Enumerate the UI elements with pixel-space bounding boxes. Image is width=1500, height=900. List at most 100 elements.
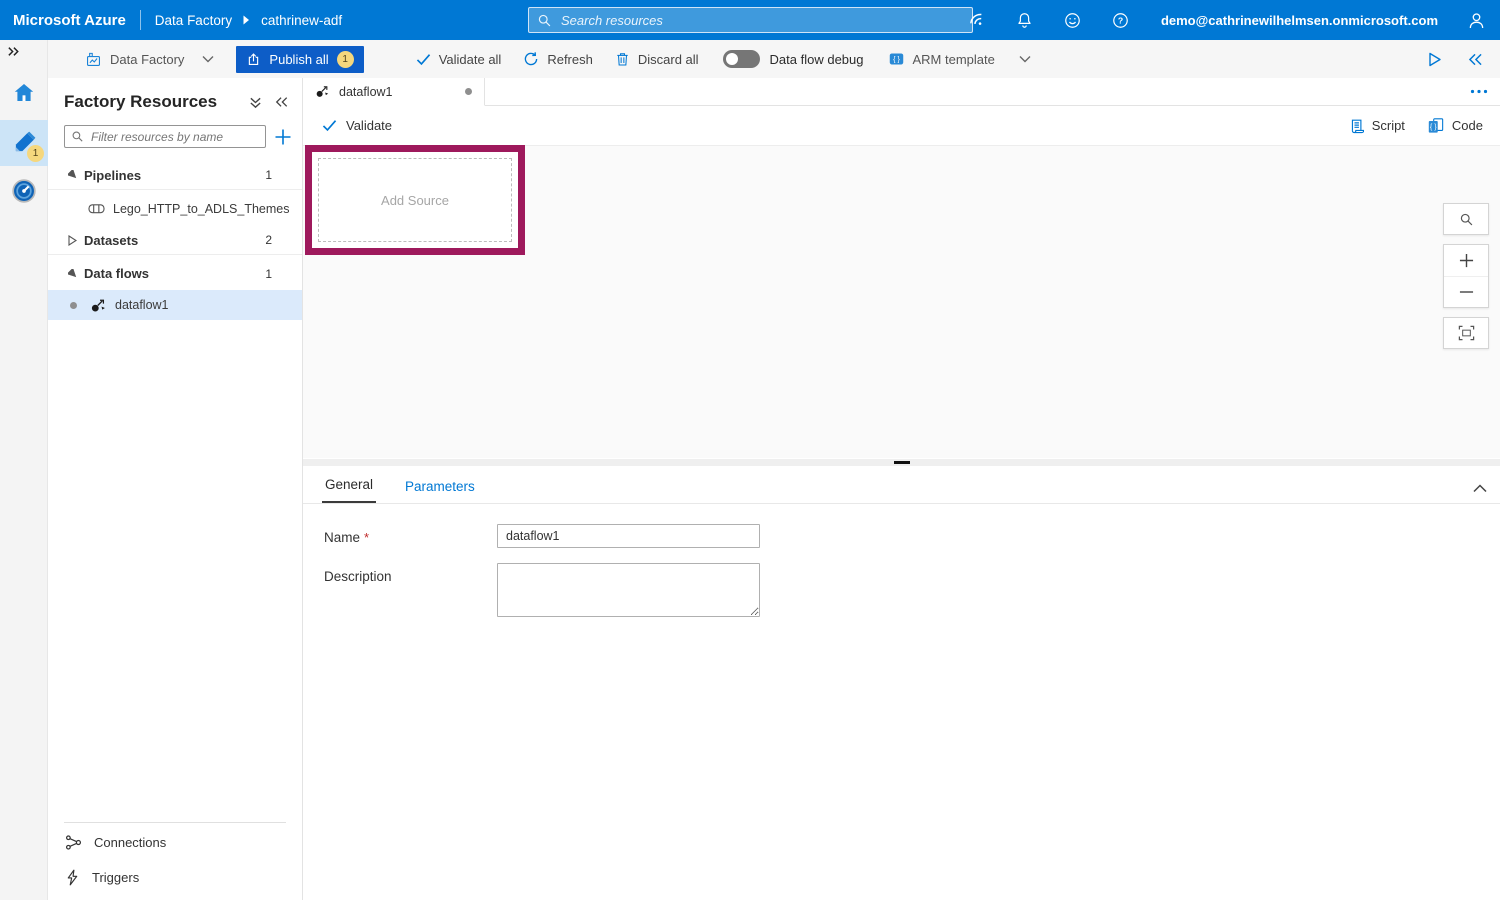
validate-all-label: Validate all [439, 52, 502, 67]
arm-template-label: ARM template [913, 52, 995, 67]
trash-icon [615, 51, 630, 67]
rail-author-button[interactable]: 1 [0, 120, 48, 166]
minus-icon [1459, 290, 1474, 294]
expand-rail-button[interactable] [0, 40, 47, 62]
connections-button[interactable]: Connections [48, 826, 302, 859]
global-search[interactable] [528, 7, 973, 33]
tab-label: dataflow1 [339, 85, 393, 99]
dataflow-debug-toggle[interactable] [723, 50, 760, 68]
tab-parameters[interactable]: Parameters [402, 479, 478, 503]
code-braces-icon: { } [1427, 117, 1444, 134]
publish-all-button[interactable]: Publish all 1 [236, 46, 363, 73]
factory-selector-label: Data Factory [110, 52, 184, 67]
account-email[interactable]: demo@cathrinewilhelmsen.onmicrosoft.com [1161, 13, 1438, 28]
dataflow-item-label: dataflow1 [115, 298, 169, 312]
description-input[interactable] [497, 563, 760, 617]
section-label: Datasets [84, 233, 138, 248]
arm-template-icon: { } [888, 51, 905, 67]
tree-section-datasets[interactable]: Datasets 2 [48, 226, 302, 255]
search-input[interactable] [559, 12, 964, 29]
canvas-search-button[interactable] [1444, 204, 1488, 234]
search-icon [1459, 212, 1474, 227]
description-field-row: Description [324, 569, 392, 584]
validate-button[interactable]: Validate [322, 118, 392, 133]
collapse-all-icon[interactable] [249, 96, 262, 109]
properties-panel: General Parameters Name* Description [303, 466, 1500, 900]
triggers-label: Triggers [92, 870, 139, 885]
script-button[interactable]: Script [1348, 118, 1405, 134]
notifications-signal-button[interactable] [953, 0, 1001, 40]
rail-home-button[interactable] [0, 70, 48, 116]
name-input[interactable] [497, 524, 760, 548]
svg-text:{ }: { } [893, 56, 900, 64]
add-source-label: Add Source [381, 193, 449, 208]
tree-item-dataflow1[interactable]: dataflow1 [48, 290, 302, 320]
triggers-button[interactable]: Triggers [48, 861, 302, 894]
section-count: 2 [265, 233, 288, 247]
script-scroll-icon [1348, 118, 1364, 134]
code-button[interactable]: { } Code [1427, 117, 1483, 134]
section-label: Pipelines [84, 168, 141, 183]
collapse-right-panel-icon[interactable] [1468, 53, 1483, 66]
name-field-row: Name* [324, 530, 369, 545]
left-icon-rail: 1 [0, 40, 48, 900]
resource-filter[interactable] [64, 125, 266, 148]
arm-template-menu[interactable]: { } ARM template [888, 51, 1031, 67]
play-trigger-icon[interactable] [1428, 52, 1442, 67]
refresh-icon [523, 51, 539, 67]
caret-collapsed-icon[interactable] [68, 235, 84, 246]
refresh-button[interactable]: Refresh [523, 51, 593, 67]
account-person-button[interactable] [1452, 0, 1500, 40]
azure-top-bar: Microsoft Azure Data Factory cathrinew-a… [0, 0, 1500, 40]
tree-section-pipelines[interactable]: Pipelines 1 [48, 161, 302, 190]
rail-monitor-button[interactable] [0, 168, 48, 214]
check-icon [416, 53, 431, 66]
resource-tree: Pipelines 1 Lego_HTTP_to_ADLS_Themes Dat… [48, 161, 302, 320]
help-button[interactable]: ? [1097, 0, 1145, 40]
zoom-in-button[interactable] [1444, 245, 1488, 276]
toolbar-right-cluster [1428, 52, 1500, 67]
azure-brand[interactable]: Microsoft Azure [0, 12, 126, 29]
validate-all-button[interactable]: Validate all [416, 52, 502, 67]
description-label: Description [324, 569, 392, 584]
feedback-smiley-button[interactable] [1049, 0, 1097, 40]
more-tabs-button[interactable] [1470, 78, 1500, 105]
add-source-button[interactable]: Add Source [318, 158, 512, 242]
collapse-properties-button[interactable] [1473, 484, 1487, 493]
script-label: Script [1372, 118, 1405, 133]
caret-expanded-icon[interactable] [68, 170, 84, 180]
dataflow-canvas[interactable]: Add Source [303, 146, 1500, 458]
tree-item-pipeline[interactable]: Lego_HTTP_to_ADLS_Themes [48, 194, 302, 223]
panel-splitter[interactable] [303, 459, 1500, 466]
breadcrumb: Data Factory cathrinew-adf [155, 13, 342, 28]
zoom-out-button[interactable] [1444, 277, 1488, 307]
refresh-label: Refresh [547, 52, 593, 67]
tab-general[interactable]: General [322, 477, 376, 503]
factory-selector[interactable]: Data Factory [85, 51, 214, 68]
unsaved-dot-icon [70, 302, 77, 309]
dataflow-icon [315, 84, 330, 99]
pipeline-item-label: Lego_HTTP_to_ADLS_Themes [113, 202, 289, 216]
discard-all-label: Discard all [638, 52, 699, 67]
dataflow-toolbar: Validate Script { } Code [303, 106, 1500, 146]
resource-filter-input[interactable] [89, 129, 259, 145]
collapse-panel-icon[interactable] [275, 96, 288, 108]
alerts-bell-button[interactable] [1001, 0, 1049, 40]
tree-section-dataflows[interactable]: Data flows 1 [48, 259, 302, 288]
caret-expanded-icon[interactable] [68, 269, 84, 279]
tab-dataflow1[interactable]: dataflow1 [303, 78, 485, 106]
validate-label: Validate [346, 118, 392, 133]
triggers-bolt-icon [65, 869, 80, 886]
drag-handle-icon[interactable] [894, 461, 910, 464]
check-icon [322, 119, 337, 132]
breadcrumb-instance[interactable]: cathrinew-adf [261, 13, 342, 28]
zoom-to-fit-button[interactable] [1444, 318, 1488, 348]
plus-icon [1459, 253, 1474, 268]
add-resource-button[interactable] [274, 128, 292, 146]
breadcrumb-app[interactable]: Data Factory [155, 13, 232, 28]
resources-footer: Connections Triggers [48, 822, 302, 894]
code-label: Code [1452, 118, 1483, 133]
discard-all-button[interactable]: Discard all [615, 51, 699, 67]
connections-label: Connections [94, 835, 166, 850]
required-marker: * [364, 530, 369, 545]
